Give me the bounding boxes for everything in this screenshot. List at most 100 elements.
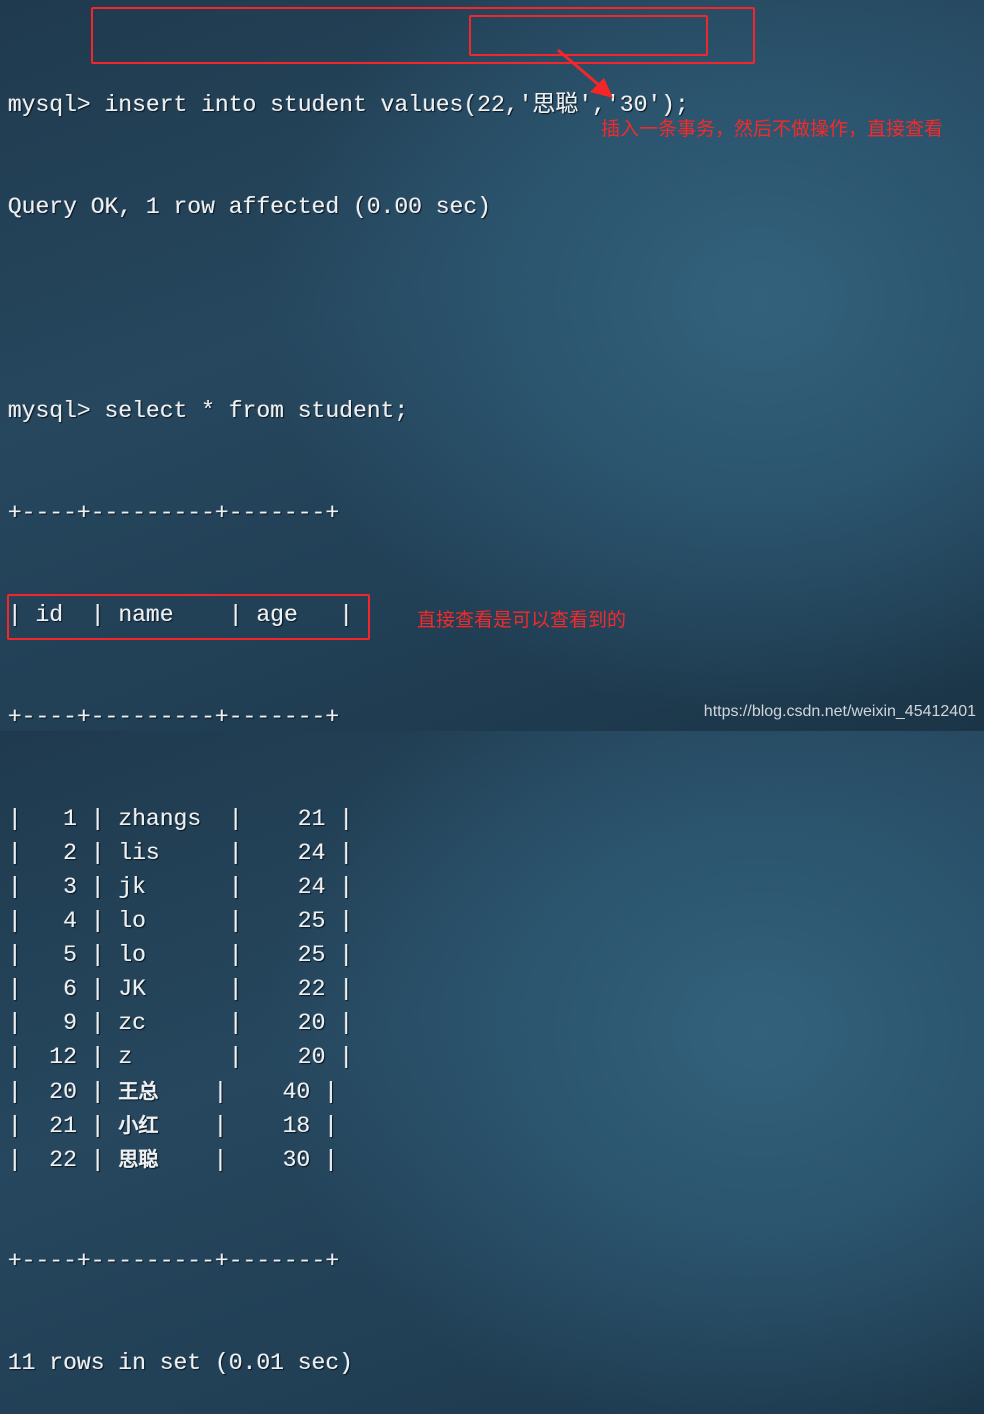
cell-age: 20 xyxy=(297,1010,326,1036)
cell-id: 4 xyxy=(63,908,78,934)
column-separator: | xyxy=(8,1147,36,1173)
cell-padding xyxy=(36,942,64,968)
table-row: | 22 | 思聪 | 30 | xyxy=(8,1142,689,1176)
cell-id: 20 xyxy=(49,1079,78,1105)
cell-padding xyxy=(257,840,298,866)
table-row: | 3 | jk | 24 | xyxy=(8,870,689,904)
cell-id: 22 xyxy=(49,1147,78,1173)
cell-age: 21 xyxy=(297,806,326,832)
table-row: | 12 | z | 20 | xyxy=(8,1040,689,1074)
cell-padding xyxy=(326,908,340,934)
cell-padding xyxy=(146,1010,229,1036)
cell-padding xyxy=(326,806,340,832)
column-separator: | xyxy=(213,1079,242,1105)
cell-padding xyxy=(36,874,64,900)
cell-padding xyxy=(241,1113,282,1139)
cell-padding xyxy=(146,874,229,900)
column-separator: | xyxy=(90,976,119,1002)
column-separator: | xyxy=(8,1113,36,1139)
cell-id: 2 xyxy=(63,840,78,866)
cell-padding xyxy=(326,1044,340,1070)
cell-age: 22 xyxy=(297,976,326,1002)
cell-age: 40 xyxy=(282,1079,311,1105)
table-row: | 20 | 王总 | 40 | xyxy=(8,1074,689,1108)
cell-padding xyxy=(36,1010,64,1036)
arrow-shaft xyxy=(557,48,601,88)
table-border-bottom: +----+---------+-------+ xyxy=(8,1248,340,1274)
cell-padding xyxy=(201,806,229,832)
column-separator: | xyxy=(90,1010,119,1036)
cell-padding xyxy=(257,1044,298,1070)
cell-padding xyxy=(36,1044,50,1070)
cell-padding xyxy=(77,840,91,866)
column-separator: | xyxy=(339,1010,354,1036)
column-separator: | xyxy=(8,1044,36,1070)
column-separator: | xyxy=(213,1147,242,1173)
cell-padding xyxy=(146,976,229,1002)
cell-padding xyxy=(326,840,340,866)
cell-padding xyxy=(77,976,91,1002)
cell-age: 25 xyxy=(297,942,326,968)
column-separator: | xyxy=(8,874,36,900)
select-result-line: 11 rows in set (0.01 sec) xyxy=(8,1350,354,1376)
column-separator: | xyxy=(339,1044,354,1070)
column-separator: | xyxy=(228,806,257,832)
cell-id: 21 xyxy=(49,1113,78,1139)
cell-name: jk xyxy=(118,874,147,900)
cell-padding xyxy=(77,908,91,934)
cell-name: lis xyxy=(118,840,160,866)
cell-name: zc xyxy=(118,1010,147,1036)
table-row: | 6 | JK | 22 | xyxy=(8,972,689,1006)
column-separator: | xyxy=(8,908,36,934)
cell-name: z xyxy=(118,1044,133,1070)
cell-padding xyxy=(77,1010,91,1036)
column-separator: | xyxy=(90,1113,119,1139)
cell-padding xyxy=(158,1147,213,1173)
cell-padding xyxy=(241,1079,282,1105)
cell-padding xyxy=(77,1079,91,1105)
cell-name: lo xyxy=(118,908,147,934)
cell-age: 24 xyxy=(297,874,326,900)
cell-age: 24 xyxy=(297,840,326,866)
cell-padding xyxy=(257,874,298,900)
cell-padding xyxy=(257,942,298,968)
column-separator: | xyxy=(90,1079,119,1105)
table-row: | 2 | lis | 24 | xyxy=(8,836,689,870)
column-separator: | xyxy=(8,1079,36,1105)
column-separator: | xyxy=(228,942,257,968)
cell-padding xyxy=(36,1113,50,1139)
column-separator: | xyxy=(339,942,354,968)
result-annotation: 直接查看是可以查看到的 xyxy=(417,609,627,631)
cell-name: 小红 xyxy=(118,1113,159,1137)
column-separator: | xyxy=(324,1079,338,1105)
column-separator: | xyxy=(339,840,354,866)
cell-padding xyxy=(310,1147,324,1173)
column-separator: | xyxy=(90,1147,119,1173)
column-separator: | xyxy=(228,840,257,866)
cell-id: 5 xyxy=(63,942,78,968)
table-body: | 1 | zhangs | 21 | | 2 | lis | 24 | | 3 |… xyxy=(8,802,689,1176)
cell-padding xyxy=(77,874,91,900)
column-separator: | xyxy=(339,806,354,832)
cell-padding xyxy=(36,806,64,832)
cell-padding xyxy=(241,1147,282,1173)
cell-padding xyxy=(77,942,91,968)
cell-padding xyxy=(257,908,298,934)
column-separator: | xyxy=(228,874,257,900)
cell-age: 18 xyxy=(282,1113,311,1139)
cell-age: 30 xyxy=(282,1147,311,1173)
cell-id: 3 xyxy=(63,874,78,900)
column-separator: | xyxy=(339,976,354,1002)
table-row: | 4 | lo | 25 | xyxy=(8,904,689,938)
cell-padding xyxy=(158,1113,213,1139)
cell-padding xyxy=(326,1010,340,1036)
column-separator: | xyxy=(90,1044,119,1070)
watermark: https://blog.csdn.net/weixin_45412401 xyxy=(703,703,976,720)
cell-padding xyxy=(310,1079,324,1105)
column-separator: | xyxy=(339,874,354,900)
cell-name: JK xyxy=(118,976,147,1002)
table-row: | 21 | 小红 | 18 | xyxy=(8,1108,689,1142)
cell-padding xyxy=(326,976,340,1002)
insert-annotation: 插入一条事务，然后不做操作，直接查看 xyxy=(601,118,944,140)
cell-padding xyxy=(158,1079,213,1105)
